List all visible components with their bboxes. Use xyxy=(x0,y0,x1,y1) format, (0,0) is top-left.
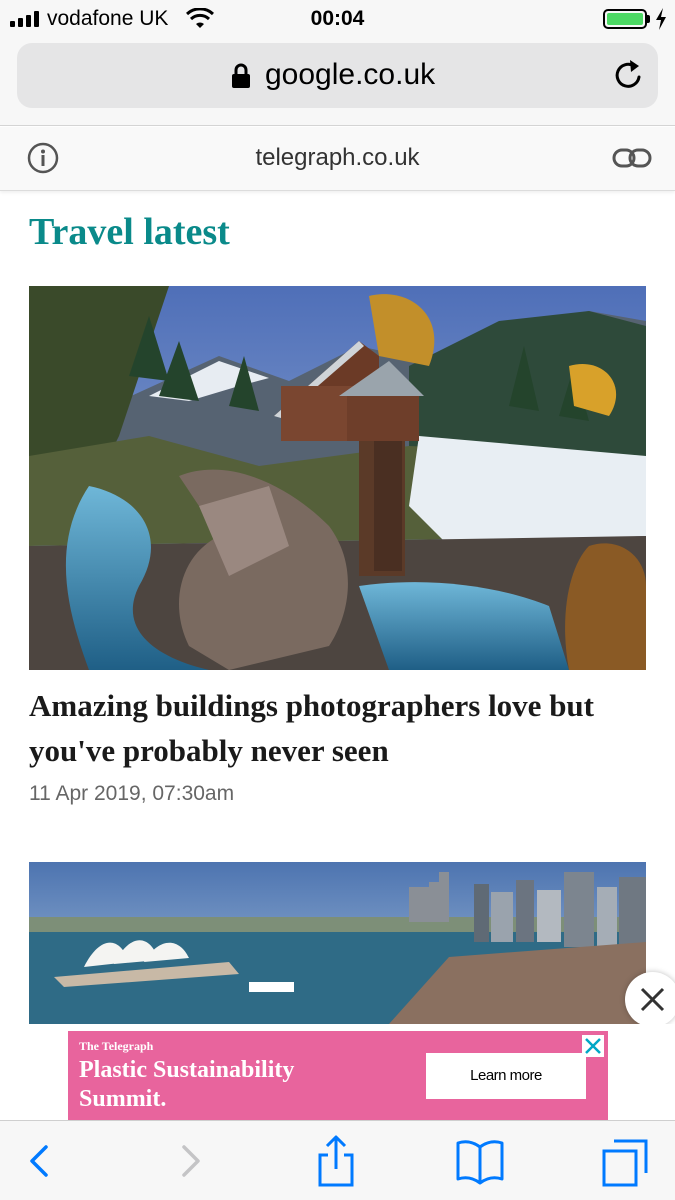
bookmarks-icon xyxy=(456,1140,504,1185)
bookmarks-button[interactable] xyxy=(450,1133,510,1189)
ad-area: The Telegraph Plastic Sustainability Sum… xyxy=(0,1024,675,1121)
close-icon xyxy=(640,987,665,1012)
tabs-icon xyxy=(602,1139,648,1187)
back-button[interactable] xyxy=(10,1133,70,1189)
forward-button[interactable] xyxy=(160,1133,220,1189)
article-date: 11 Apr 2019, 07:30am xyxy=(29,782,235,805)
status-bar: vodafone UK 00:04 xyxy=(0,0,675,38)
address-field[interactable]: google.co.uk xyxy=(17,43,658,108)
section-title: Travel latest xyxy=(29,211,230,253)
article-image-2[interactable] xyxy=(29,862,646,1024)
battery-icon xyxy=(603,9,647,29)
browser-toolbar xyxy=(0,1120,675,1200)
tabs-button[interactable] xyxy=(596,1133,656,1189)
back-icon xyxy=(30,1145,48,1177)
forward-icon xyxy=(182,1145,200,1177)
lock-icon xyxy=(232,63,250,88)
site-domain: telegraph.co.uk xyxy=(255,144,420,171)
ad-title: Plastic Sustainability Summit. xyxy=(79,1057,295,1112)
ad-close-button[interactable] xyxy=(625,972,675,1027)
battery-cap xyxy=(647,15,650,23)
address-bar-area: google.co.uk xyxy=(0,38,675,126)
ad-brand: The Telegraph xyxy=(79,1039,154,1053)
ad-cta-button[interactable]: Learn more xyxy=(426,1053,586,1099)
article-image[interactable] xyxy=(29,286,646,670)
ad-banner[interactable]: The Telegraph Plastic Sustainability Sum… xyxy=(68,1031,608,1121)
ad-dismiss-button[interactable] xyxy=(582,1035,604,1057)
link-icon[interactable] xyxy=(612,146,652,170)
charging-icon xyxy=(656,8,666,30)
reload-icon[interactable] xyxy=(612,58,646,92)
site-info-bar: telegraph.co.uk xyxy=(0,127,675,191)
url-text: google.co.uk xyxy=(265,58,436,91)
share-icon xyxy=(318,1135,354,1187)
clock: 00:04 xyxy=(310,7,365,30)
share-button[interactable] xyxy=(306,1133,366,1189)
close-icon xyxy=(585,1038,601,1054)
article-headline[interactable]: Amazing buildings photographers love but… xyxy=(29,683,649,773)
